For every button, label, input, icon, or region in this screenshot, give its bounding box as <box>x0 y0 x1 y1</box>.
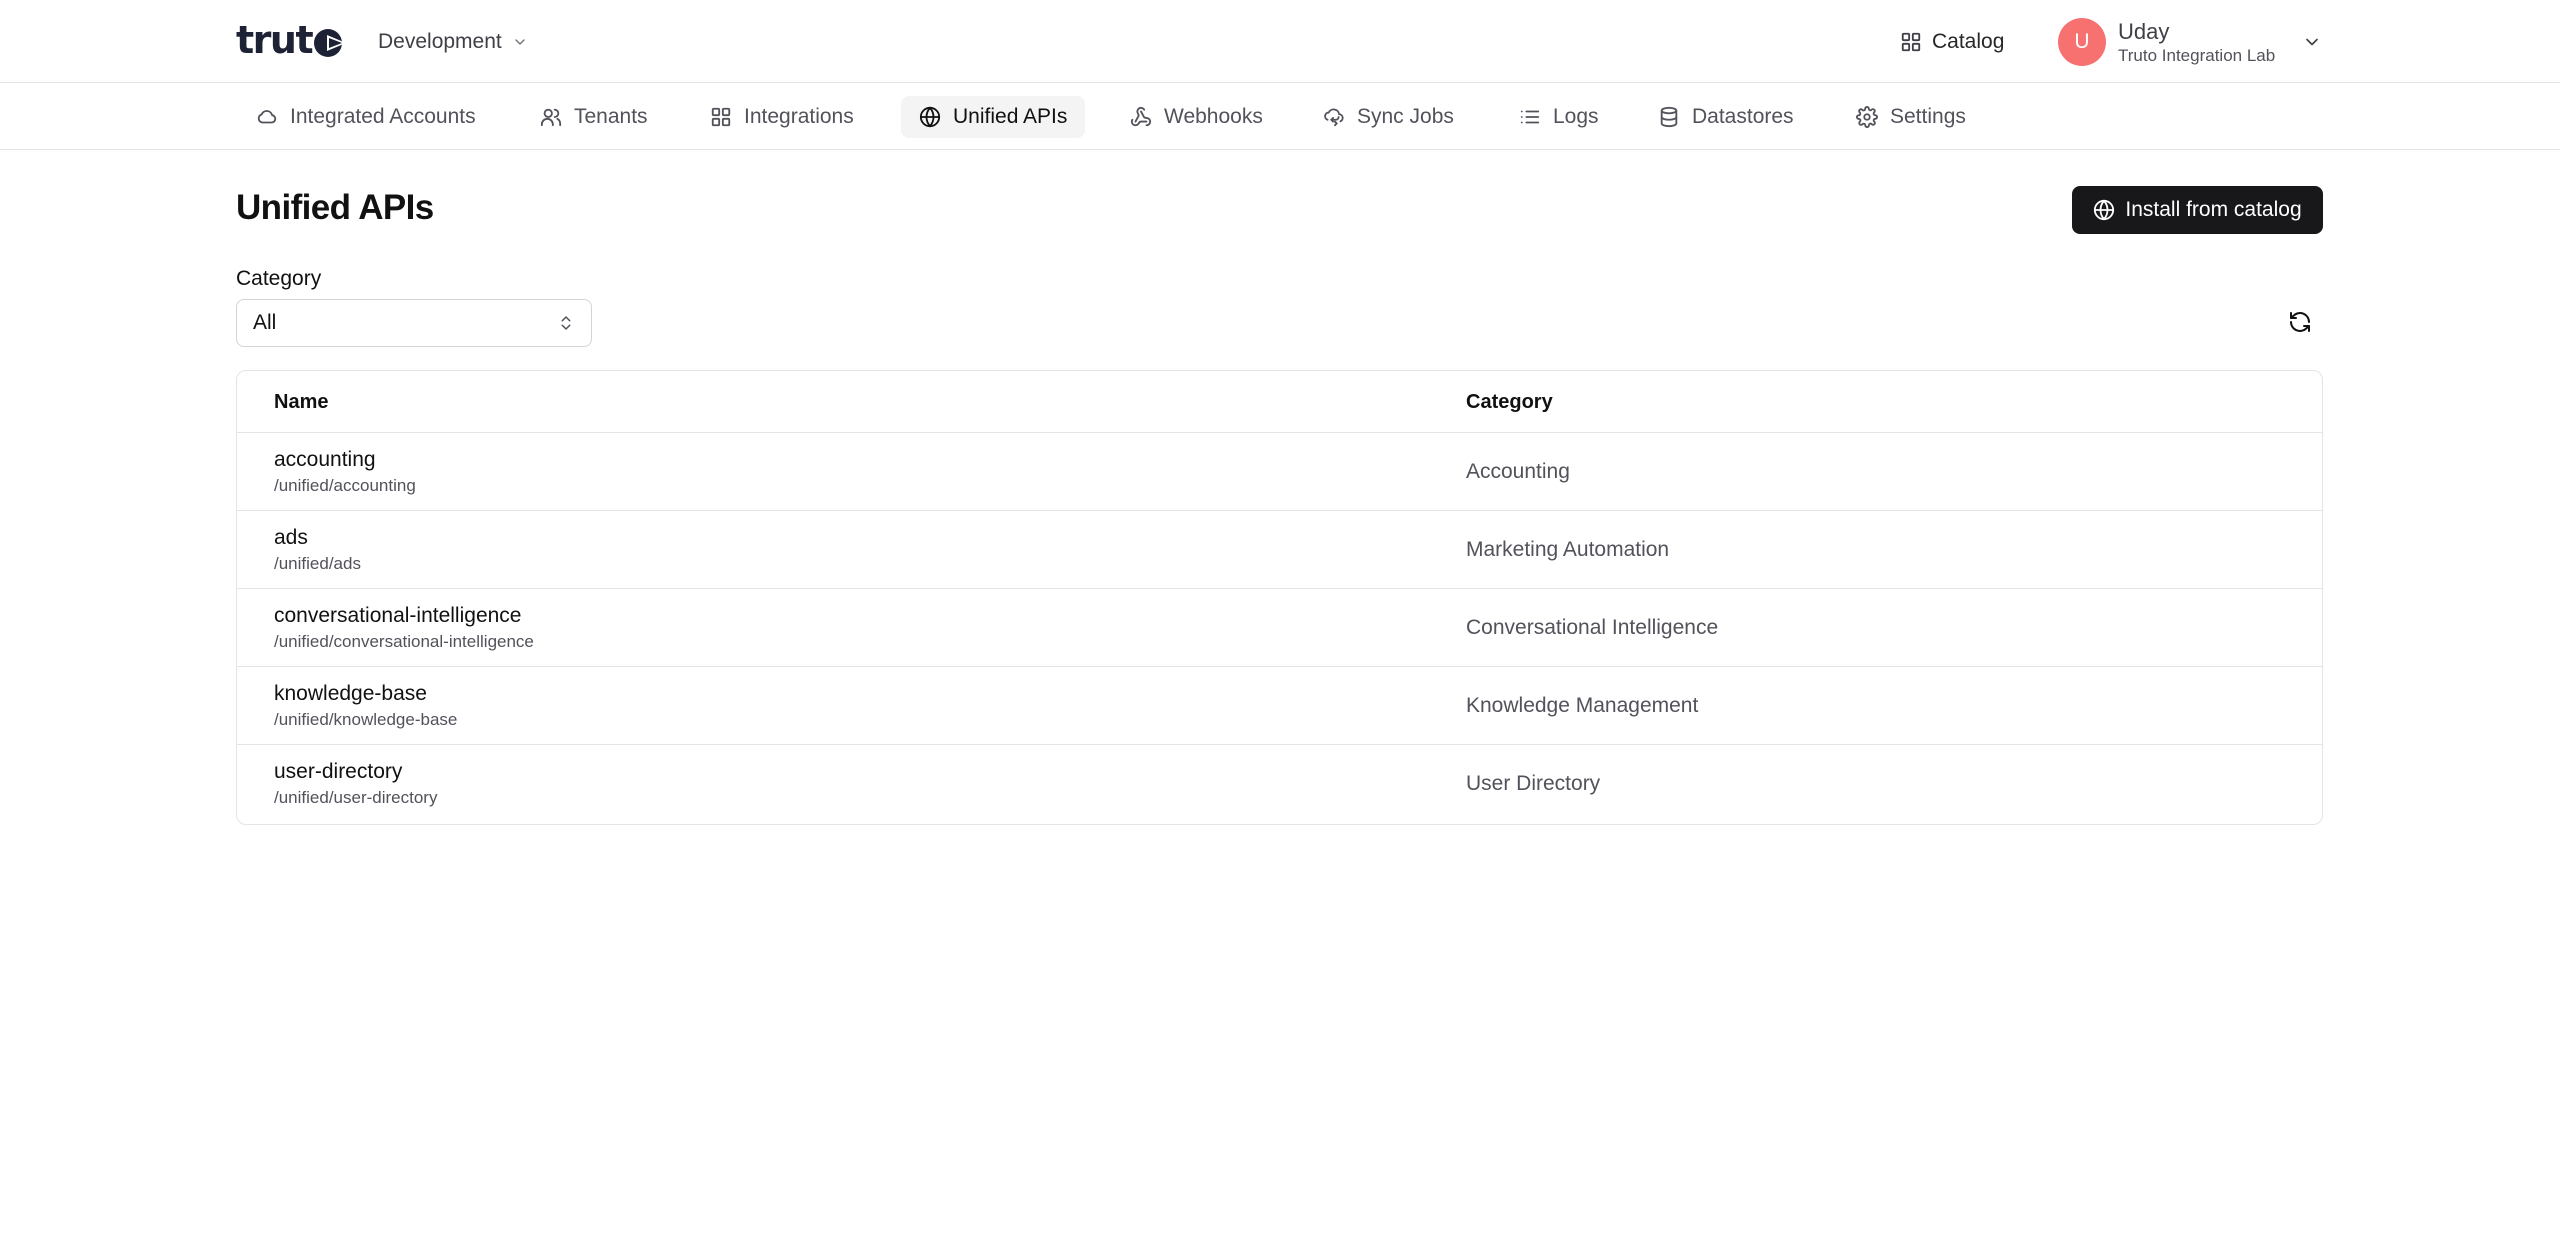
database-icon <box>1660 106 1678 128</box>
api-category: Conversational Intelligence <box>1466 616 1719 639</box>
tab-label: Integrations <box>744 105 854 128</box>
api-category: Accounting <box>1466 460 1570 483</box>
api-path: /unified/knowledge-base <box>274 710 458 729</box>
api-category: User Directory <box>1466 772 1601 795</box>
category-select-value: All <box>253 311 277 334</box>
api-name: ads <box>274 526 308 549</box>
user-organization: Truto Integration Lab <box>2118 46 2276 65</box>
tab-logs[interactable]: Logs <box>1501 96 1617 138</box>
api-category: Knowledge Management <box>1466 694 1699 717</box>
table-row[interactable]: user-directory /unified/user-directory U… <box>237 745 2322 823</box>
top-header: trut Development Catalog U Uday Truto In… <box>0 0 2560 83</box>
tab-sync-jobs[interactable]: Sync Jobs <box>1305 96 1472 138</box>
user-menu[interactable]: U Uday Truto Integration Lab <box>2058 16 2322 68</box>
category-filter-label: Category <box>236 267 322 290</box>
gear-icon <box>1856 106 1878 128</box>
api-name: knowledge-base <box>274 682 427 705</box>
chevron-down-icon <box>515 39 525 45</box>
refresh-icon <box>2290 312 2310 332</box>
tab-label: Settings <box>1890 105 1966 128</box>
api-path: /unified/user-directory <box>274 788 438 807</box>
api-path: /unified/conversational-intelligence <box>274 632 534 651</box>
catalog-button[interactable]: Catalog <box>1900 24 2004 60</box>
logo-wordmark: trut <box>236 18 314 62</box>
category-select[interactable]: All <box>236 299 592 347</box>
tab-label: Sync Jobs <box>1357 105 1454 128</box>
tab-label: Logs <box>1553 105 1599 128</box>
table-row[interactable]: knowledge-base /unified/knowledge-base K… <box>237 667 2322 745</box>
user-info: Uday Truto Integration Lab <box>2118 18 2296 66</box>
table-row[interactable]: conversational-intelligence /unified/con… <box>237 589 2322 667</box>
user-name: Uday <box>2118 19 2170 44</box>
api-name: accounting <box>274 448 376 471</box>
column-header-name[interactable]: Name <box>274 391 328 414</box>
catalog-label: Catalog <box>1932 30 2005 53</box>
api-name: conversational-intelligence <box>274 604 522 627</box>
environment-switcher[interactable]: Development <box>378 26 528 58</box>
tab-webhooks[interactable]: Webhooks <box>1112 96 1281 138</box>
logo-play-mark-icon <box>314 29 347 57</box>
tab-integrated-accounts[interactable]: Integrated Accounts <box>238 96 494 138</box>
api-name: user-directory <box>274 760 403 783</box>
cloud-icon <box>257 110 277 124</box>
tab-label: Unified APIs <box>953 105 1068 128</box>
column-header-category[interactable]: Category <box>1466 391 1553 414</box>
api-category: Marketing Automation <box>1466 538 1670 561</box>
grid-icon <box>1901 32 1921 52</box>
tab-tenants[interactable]: Tenants <box>522 96 666 138</box>
tab-settings[interactable]: Settings <box>1838 96 1984 138</box>
tab-datastores[interactable]: Datastores <box>1640 96 1812 138</box>
tab-label: Integrated Accounts <box>290 105 476 128</box>
api-path: /unified/accounting <box>274 476 416 495</box>
tab-label: Datastores <box>1692 105 1794 128</box>
cloud-sync-icon <box>1324 108 1344 127</box>
tab-label: Webhooks <box>1164 105 1263 128</box>
users-icon <box>540 108 562 127</box>
environment-label: Development <box>378 30 502 53</box>
install-from-catalog-button[interactable]: Install from catalog <box>2072 186 2323 234</box>
refresh-button[interactable] <box>2280 302 2320 342</box>
table-row[interactable]: ads /unified/ads Marketing Automation <box>237 511 2322 589</box>
table-header: Name Category <box>237 371 2322 433</box>
page-title: Unified APIs <box>236 188 434 227</box>
tab-integrations[interactable]: Integrations <box>692 96 872 138</box>
globe-icon <box>919 106 941 128</box>
chevron-up-down-icon <box>561 316 571 330</box>
list-icon <box>1520 110 1540 124</box>
unified-apis-table: Name Category accounting /unified/accoun… <box>236 370 2323 825</box>
grid-icon <box>711 107 731 127</box>
webhook-icon <box>1130 106 1152 127</box>
install-button-label: Install from catalog <box>2125 198 2302 221</box>
main-nav: Integrated Accounts Tenants Integrations… <box>0 84 2560 150</box>
avatar: U <box>2058 18 2106 66</box>
globe-icon <box>2094 199 2115 221</box>
api-path: /unified/ads <box>274 554 361 573</box>
tab-unified-apis[interactable]: Unified APIs <box>901 96 1086 138</box>
truto-logo[interactable]: trut <box>236 20 349 60</box>
table-row[interactable]: accounting /unified/accounting Accountin… <box>237 433 2322 511</box>
chevron-down-icon <box>2306 38 2318 46</box>
tab-label: Tenants <box>574 105 648 128</box>
